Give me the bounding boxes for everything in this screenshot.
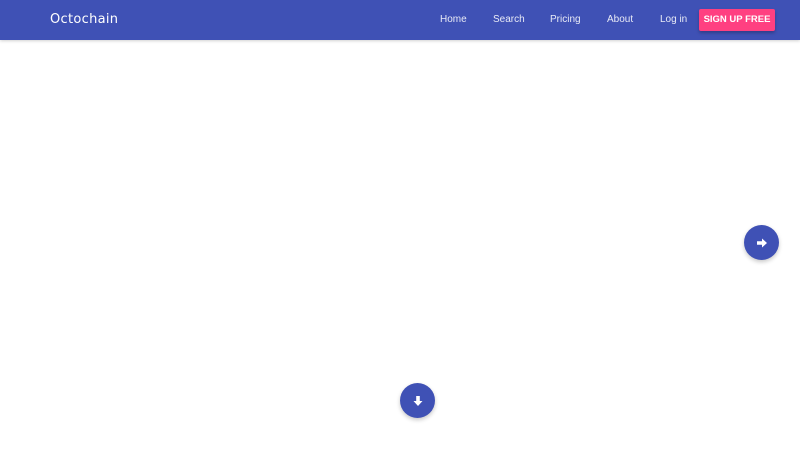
top-navbar: Octochain Home Search Pricing About Log … — [0, 0, 800, 40]
nav-pricing[interactable]: Pricing — [550, 0, 581, 40]
next-slide-button[interactable] — [744, 225, 779, 260]
nav-login[interactable]: Log in — [660, 0, 687, 40]
nav-about[interactable]: About — [607, 0, 633, 40]
scroll-down-button[interactable] — [400, 383, 435, 418]
arrow-down-icon — [412, 395, 424, 407]
brand-logo[interactable]: Octochain — [50, 0, 118, 40]
nav-search[interactable]: Search — [493, 0, 525, 40]
arrow-right-icon — [756, 237, 768, 249]
nav-home[interactable]: Home — [440, 0, 467, 40]
signup-button[interactable]: SIGN UP FREE — [699, 9, 775, 31]
